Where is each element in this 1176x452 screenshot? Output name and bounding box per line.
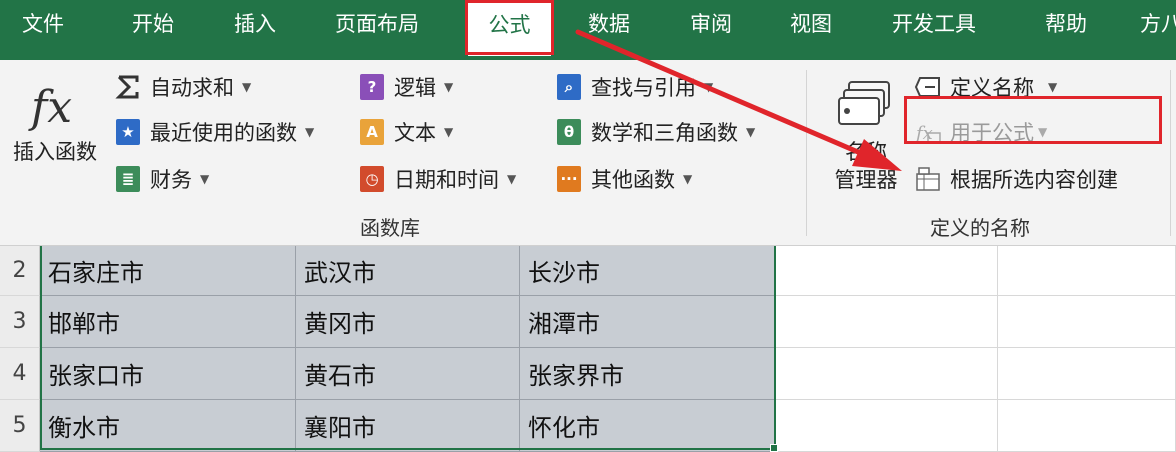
cell[interactable]: [998, 296, 1176, 348]
recent-functions-button[interactable]: ★ 最近使用的函数 ▼: [114, 115, 314, 149]
chevron-down-icon: ▼: [242, 80, 252, 94]
group-divider: [1170, 70, 1171, 236]
financial-button[interactable]: ≣ 财务 ▼: [114, 162, 209, 196]
cell[interactable]: 张家口市: [40, 348, 296, 400]
row-header[interactable]: 2: [0, 246, 40, 296]
financial-book-icon: ≣: [114, 165, 142, 193]
highlight-box-create-from-selection: [904, 96, 1162, 144]
question-book-icon: ?: [358, 73, 386, 101]
cell[interactable]: [998, 348, 1176, 400]
create-from-selection-icon: [914, 165, 942, 193]
name-manager-button[interactable]: 名称 管理器: [826, 74, 906, 194]
ribbon-tab-bar: 文件 开始 插入 页面布局 公式 数据 审阅 视图 开发工具 帮助 方八: [0, 0, 1176, 60]
name-manager-label-1: 名称: [845, 140, 887, 164]
function-library-group-label: 函数库: [360, 216, 420, 240]
tab-home[interactable]: 开始: [132, 0, 174, 50]
text-label: 文本: [394, 121, 436, 145]
cell[interactable]: [998, 246, 1176, 296]
create-from-selection-label: 根据所选内容创建: [950, 168, 1118, 192]
lookup-button[interactable]: ⌕ 查找与引用 ▼: [555, 70, 713, 104]
chevron-down-icon: ▼: [444, 80, 454, 94]
clock-book-icon: ◷: [358, 165, 386, 193]
row-header[interactable]: 3: [0, 296, 40, 348]
chevron-down-icon: ▼: [305, 125, 315, 139]
other-functions-label: 其他函数: [591, 168, 675, 192]
cell[interactable]: 怀化市: [520, 400, 776, 452]
tab-data[interactable]: 数据: [588, 0, 630, 50]
sigma-icon: [114, 73, 142, 101]
theta-book-icon: θ: [555, 118, 583, 146]
worksheet-grid: 2 石家庄市 武汉市 长沙市 3 邯郸市 黄冈市 湘潭市 4 张家口市 黄石市 …: [0, 246, 1176, 452]
cell[interactable]: 武汉市: [296, 246, 520, 296]
fx-icon: fx: [28, 82, 72, 133]
chevron-down-icon: ▼: [507, 172, 517, 186]
cell[interactable]: 襄阳市: [296, 400, 520, 452]
cell[interactable]: [776, 246, 998, 296]
other-functions-button[interactable]: ··· 其他函数 ▼: [555, 162, 692, 196]
tab-developer[interactable]: 开发工具: [892, 0, 976, 50]
autosum-label: 自动求和: [150, 76, 234, 100]
logical-label: 逻辑: [394, 76, 436, 100]
recent-functions-label: 最近使用的函数: [150, 121, 297, 145]
svg-text:fx: fx: [28, 82, 72, 133]
financial-label: 财务: [150, 168, 192, 192]
insert-function-label: 插入函数: [13, 140, 97, 164]
cell[interactable]: 张家界市: [520, 348, 776, 400]
chevron-down-icon: ▼: [200, 172, 210, 186]
insert-function-button[interactable]: fx 插入函数: [4, 78, 106, 166]
tab-review[interactable]: 审阅: [690, 0, 732, 50]
chevron-down-icon: ▼: [1048, 80, 1058, 94]
row-header[interactable]: 4: [0, 348, 40, 400]
ribbon-body: fx 插入函数 自动求和 ▼ ★ 最近使用的函数 ▼ ≣ 财务 ▼ ? 逻辑 ▼…: [0, 60, 1176, 246]
cell[interactable]: 黄冈市: [296, 296, 520, 348]
cell[interactable]: [776, 296, 998, 348]
tab-page-layout[interactable]: 页面布局: [335, 0, 419, 50]
tab-file[interactable]: 文件: [22, 0, 64, 50]
cell[interactable]: 湘潭市: [520, 296, 776, 348]
name-manager-icon: [838, 81, 890, 125]
math-trig-button[interactable]: θ 数学和三角函数 ▼: [555, 115, 755, 149]
cell[interactable]: 邯郸市: [40, 296, 296, 348]
highlight-box-formulas-tab: [465, 0, 554, 55]
datetime-button[interactable]: ◷ 日期和时间 ▼: [358, 162, 516, 196]
cell[interactable]: 石家庄市: [40, 246, 296, 296]
tab-partial[interactable]: 方八: [1140, 0, 1176, 50]
tab-help[interactable]: 帮助: [1045, 0, 1087, 50]
lookup-label: 查找与引用: [591, 76, 696, 100]
cell[interactable]: [776, 400, 998, 452]
cell[interactable]: 衡水市: [40, 400, 296, 452]
magnifier-book-icon: ⌕: [555, 73, 583, 101]
math-trig-label: 数学和三角函数: [591, 121, 738, 145]
chevron-down-icon: ▼: [746, 125, 756, 139]
tab-insert[interactable]: 插入: [234, 0, 276, 50]
create-from-selection-button[interactable]: 根据所选内容创建: [914, 162, 1118, 196]
chevron-down-icon: ▼: [444, 125, 454, 139]
chevron-down-icon: ▼: [683, 172, 693, 186]
more-book-icon: ···: [555, 165, 583, 193]
cell[interactable]: [776, 348, 998, 400]
text-button[interactable]: A 文本 ▼: [358, 115, 453, 149]
cell[interactable]: [998, 400, 1176, 452]
datetime-label: 日期和时间: [394, 168, 499, 192]
tab-view[interactable]: 视图: [790, 0, 832, 50]
chevron-down-icon: ▼: [704, 80, 714, 94]
fill-handle[interactable]: [770, 444, 778, 452]
autosum-button[interactable]: 自动求和 ▼: [114, 70, 251, 104]
defined-names-group-label: 定义的名称: [930, 216, 1030, 240]
logical-button[interactable]: ? 逻辑 ▼: [358, 70, 453, 104]
name-manager-label-2: 管理器: [834, 168, 898, 192]
group-divider: [806, 70, 807, 236]
cell[interactable]: 长沙市: [520, 246, 776, 296]
text-book-icon: A: [358, 118, 386, 146]
row-header[interactable]: 5: [0, 400, 40, 452]
cell[interactable]: 黄石市: [296, 348, 520, 400]
star-book-icon: ★: [114, 118, 142, 146]
